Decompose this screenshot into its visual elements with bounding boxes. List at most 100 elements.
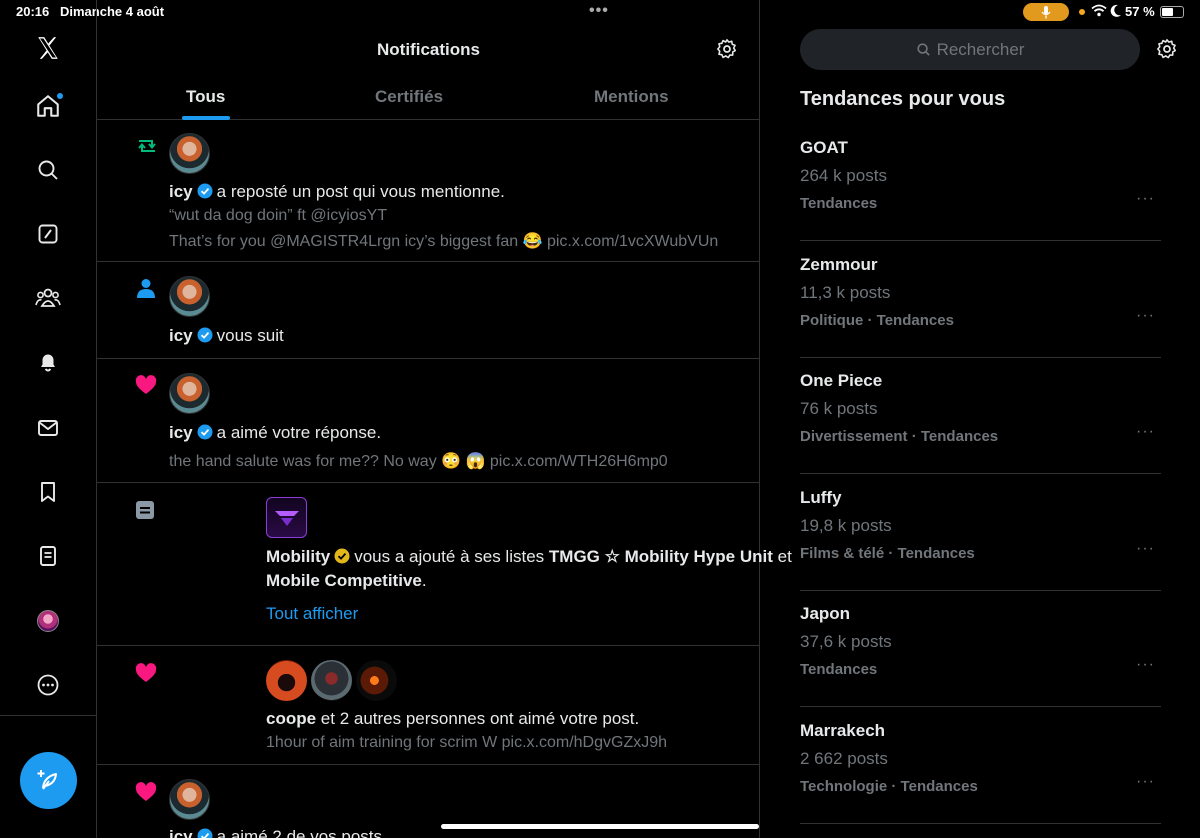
user-avatar[interactable] (169, 779, 210, 820)
user-avatar[interactable] (266, 660, 307, 701)
x-logo-icon[interactable] (30, 30, 66, 66)
username[interactable]: coope (266, 709, 316, 728)
notification-action: vous suit (216, 326, 284, 345)
communities-icon[interactable] (30, 280, 66, 316)
trend-more-icon[interactable]: ··· (1136, 656, 1155, 674)
notification-item[interactable]: icy vous suit (97, 262, 760, 359)
notification-action: et 2 autres personnes ont aimé votre pos… (320, 709, 640, 728)
trend-context: Politique · Tendances (800, 312, 954, 329)
like-heart-icon (135, 375, 157, 394)
show-all-link[interactable]: Tout afficher (266, 604, 358, 624)
home-unread-dot (57, 93, 63, 99)
trend-count: 19,8 k posts (800, 516, 892, 535)
trend-count: 37,6 k posts (800, 632, 892, 651)
notification-item[interactable]: icy a aimé votre réponse. the hand salute… (97, 359, 760, 483)
like-heart-icon (135, 782, 157, 801)
user-avatar[interactable] (356, 660, 397, 701)
trend-count: 264 k posts (800, 166, 887, 185)
trend-count: 2 662 posts (800, 749, 888, 768)
notification-item[interactable]: icy a reposté un post qui vous mentionne.… (97, 121, 760, 262)
trend-item[interactable]: Zemmour 11,3 k posts Politique · Tendanc… (800, 241, 1161, 358)
search-icon[interactable] (30, 152, 66, 188)
post-preview-line: the hand salute was for me?? No way 😳 😱 … (169, 453, 668, 470)
list-icon (136, 501, 154, 519)
trend-count: 76 k posts (800, 399, 878, 418)
trend-name: Japon (800, 604, 851, 623)
notification-action: a aimé votre réponse. (216, 423, 382, 442)
lists-icon[interactable] (30, 538, 66, 574)
compose-post-button[interactable] (20, 752, 77, 809)
profile-avatar[interactable] (37, 610, 59, 632)
trend-context: Films & télé · Tendances (800, 545, 975, 562)
follow-person-icon (137, 279, 155, 298)
home-indicator-bar[interactable] (441, 824, 759, 829)
notifications-column: Notifications Tous Certifiés Mentions ic… (97, 0, 792, 838)
grok-icon[interactable] (30, 216, 66, 252)
trends-sidebar: Rechercher Tendances pour vous GOAT 264 … (760, 0, 1200, 838)
notification-text: coope et 2 autres personnes ont aimé vot… (266, 709, 639, 729)
trend-count: 11,3 k posts (800, 283, 891, 302)
trend-more-icon[interactable]: ··· (1136, 307, 1155, 325)
username[interactable]: icy (169, 326, 193, 345)
trend-context: Technologie · Tendances (800, 778, 978, 795)
like-heart-icon (135, 663, 157, 682)
list-name[interactable]: TMGG ☆ Mobility Hype Unit (549, 547, 773, 566)
notification-action: vous a ajouté à ses listes (354, 547, 545, 566)
trend-item[interactable]: Luffy 19,8 k posts Films & télé · Tendan… (800, 474, 1161, 591)
username[interactable]: icy (169, 182, 193, 201)
bookmarks-icon[interactable] (30, 474, 66, 510)
trend-more-icon[interactable]: ··· (1136, 540, 1155, 558)
notifications-settings-gear-icon[interactable] (716, 38, 738, 60)
notification-text: icy a reposté un post qui vous mentionne. (169, 182, 505, 202)
trend-item[interactable]: Marrakech 2 662 posts Technologie · Tend… (800, 707, 1161, 824)
trend-more-icon[interactable]: ··· (1136, 190, 1155, 208)
trend-item[interactable]: One Piece 76 k posts Divertissement · Te… (800, 357, 1161, 474)
verified-badge-icon (197, 183, 213, 199)
post-preview-line: That’s for you @MAGISTR4Lrgn icy’s bigge… (169, 233, 719, 250)
trend-more-icon[interactable]: ··· (1136, 773, 1155, 791)
sentence-end: . (421, 571, 427, 590)
trend-more-icon[interactable]: ··· (1136, 423, 1155, 441)
list-cover-image[interactable] (266, 497, 307, 538)
gold-verified-badge-icon (334, 548, 350, 564)
search-placeholder: Rechercher (936, 39, 1025, 59)
notification-text: icy a aimé votre réponse. (169, 423, 381, 443)
verified-badge-icon (197, 828, 213, 838)
tab-verified[interactable]: Certifiés (375, 87, 443, 107)
search-input[interactable]: Rechercher (800, 29, 1140, 70)
username[interactable]: icy (169, 827, 193, 838)
repost-icon (138, 140, 156, 152)
compose-feather-icon (37, 769, 57, 790)
side-navigation (0, 0, 97, 838)
verified-badge-icon (197, 327, 213, 343)
trend-name: GOAT (800, 138, 848, 157)
notification-action: a reposté un post qui vous mentionne. (216, 182, 505, 201)
user-avatar[interactable] (169, 133, 210, 174)
trend-name: Marrakech (800, 721, 886, 740)
notifications-bell-icon[interactable] (30, 344, 66, 380)
notification-text: icy vous suit (169, 326, 284, 346)
post-preview-line: 1hour of aim training for scrim W pic.x.… (266, 734, 668, 751)
tab-mentions[interactable]: Mentions (594, 87, 669, 107)
trend-name: Zemmour (800, 255, 878, 274)
rail-divider (0, 715, 96, 716)
username[interactable]: Mobility (266, 547, 330, 566)
explore-settings-gear-icon[interactable] (1156, 38, 1178, 60)
username[interactable]: icy (169, 423, 193, 442)
trend-name: Luffy (800, 488, 842, 507)
user-avatar[interactable] (169, 276, 210, 317)
user-avatar[interactable] (169, 373, 210, 414)
trend-item[interactable]: GOAT 264 k posts Tendances ··· (800, 124, 1161, 241)
trend-context: Tendances (800, 661, 878, 678)
trend-name: One Piece (800, 371, 883, 390)
active-tab-indicator (182, 116, 230, 120)
trend-context: Tendances (800, 195, 878, 212)
trend-item[interactable]: Japon 37,6 k posts Tendances ··· (800, 590, 1161, 707)
user-avatar[interactable] (311, 660, 352, 701)
notification-text-cont: Mobile Competitive. (266, 571, 427, 591)
list-name[interactable]: Mobile Competitive (266, 571, 422, 590)
tab-all[interactable]: Tous (186, 87, 225, 107)
more-options-icon[interactable] (30, 667, 66, 703)
messages-icon[interactable] (30, 410, 66, 446)
notification-text: Mobility vous a ajouté à ses listes TMGG … (266, 547, 792, 567)
